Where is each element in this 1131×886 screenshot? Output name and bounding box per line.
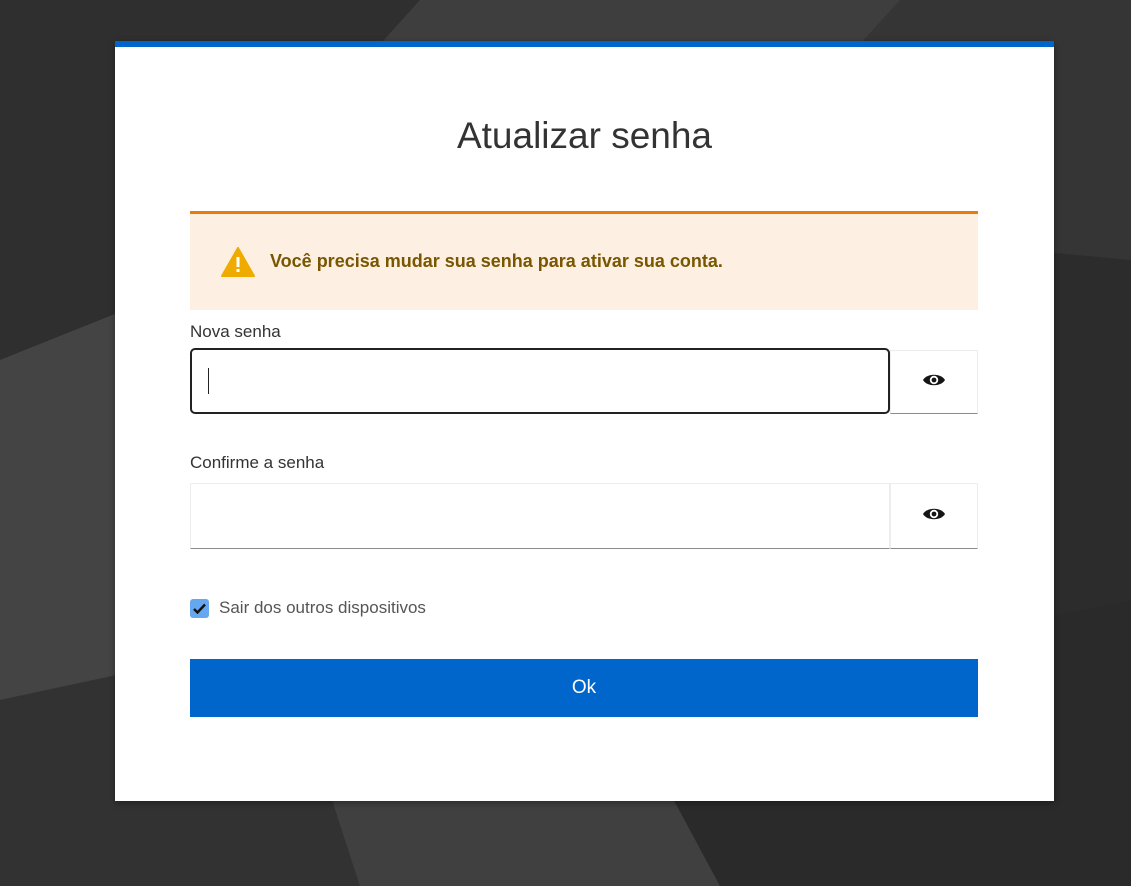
new-password-input[interactable] <box>190 348 890 414</box>
confirm-password-input[interactable] <box>190 483 890 549</box>
logout-other-devices-row: Sair dos outros dispositivos <box>190 597 426 619</box>
new-password-label: Nova senha <box>190 322 281 341</box>
show-confirm-password-button[interactable] <box>890 483 978 549</box>
checkmark-icon <box>193 603 206 614</box>
confirm-password-label: Confirme a senha <box>190 453 325 472</box>
warning-triangle-icon <box>221 247 255 277</box>
page-title: Atualizar senha <box>456 115 713 156</box>
logout-other-devices-label[interactable]: Sair dos outros dispositivos <box>219 598 426 618</box>
logout-other-devices-checkbox[interactable] <box>190 598 209 618</box>
ok-button[interactable]: Ok <box>190 659 978 717</box>
eye-icon <box>922 506 946 527</box>
eye-icon <box>922 372 946 393</box>
show-new-password-button[interactable] <box>890 350 978 414</box>
update-password-dialog: Atualizar senha Você precisa mudar sua s… <box>115 41 1054 801</box>
alert-message: Você precisa mudar sua senha para ativar… <box>270 251 723 271</box>
new-password-group <box>190 348 978 414</box>
confirm-password-group <box>190 483 978 549</box>
warning-alert: Você precisa mudar sua senha para ativar… <box>190 211 978 310</box>
text-caret <box>208 368 209 394</box>
